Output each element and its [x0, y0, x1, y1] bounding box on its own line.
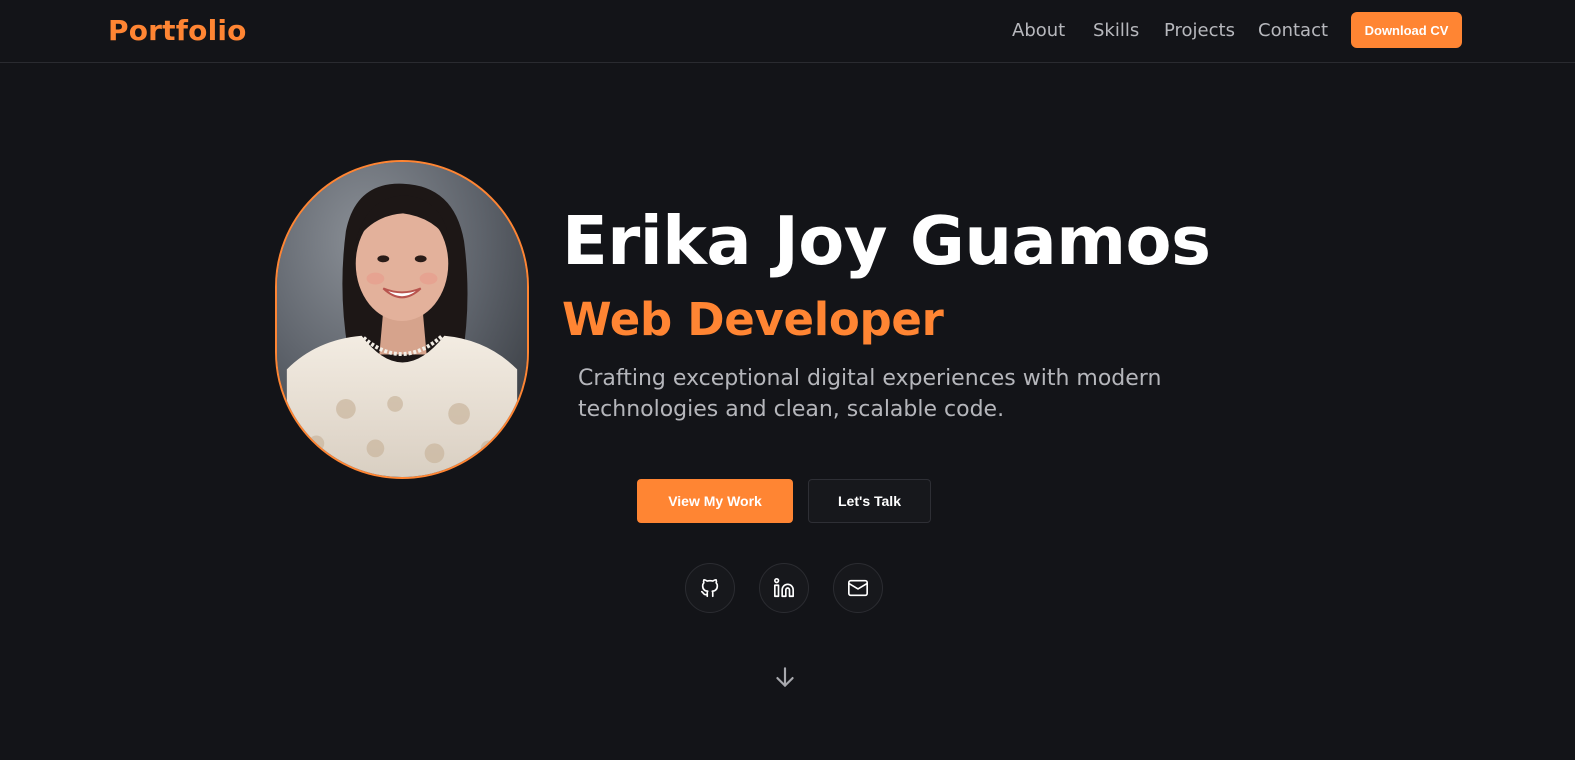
- arrow-down-icon[interactable]: [772, 664, 798, 690]
- mail-icon: [848, 579, 868, 597]
- hero-name: Erika Joy Guamos: [562, 202, 1211, 280]
- avatar: [275, 160, 529, 479]
- brand-logo[interactable]: Portfolio: [108, 14, 247, 47]
- hero-role: Web Developer: [562, 293, 944, 346]
- nav-link-skills[interactable]: Skills: [1093, 20, 1139, 41]
- github-icon: [700, 578, 719, 598]
- mail-link[interactable]: [833, 563, 883, 613]
- linkedin-icon: [774, 578, 794, 598]
- linkedin-link[interactable]: [759, 563, 809, 613]
- nav-link-about[interactable]: About: [1012, 20, 1065, 41]
- nav-link-contact[interactable]: Contact: [1258, 20, 1328, 41]
- navbar: Portfolio About Skills Projects Contact …: [0, 0, 1575, 63]
- view-my-work-button[interactable]: View My Work: [637, 479, 793, 523]
- download-cv-button[interactable]: Download CV: [1351, 12, 1462, 48]
- lets-talk-button[interactable]: Let's Talk: [808, 479, 931, 523]
- github-link[interactable]: [685, 563, 735, 613]
- page: Portfolio About Skills Projects Contact …: [0, 0, 1575, 760]
- nav-link-projects[interactable]: Projects: [1164, 20, 1235, 41]
- profile-photo: [277, 162, 527, 477]
- hero-description: Crafting exceptional digital experiences…: [578, 366, 1162, 422]
